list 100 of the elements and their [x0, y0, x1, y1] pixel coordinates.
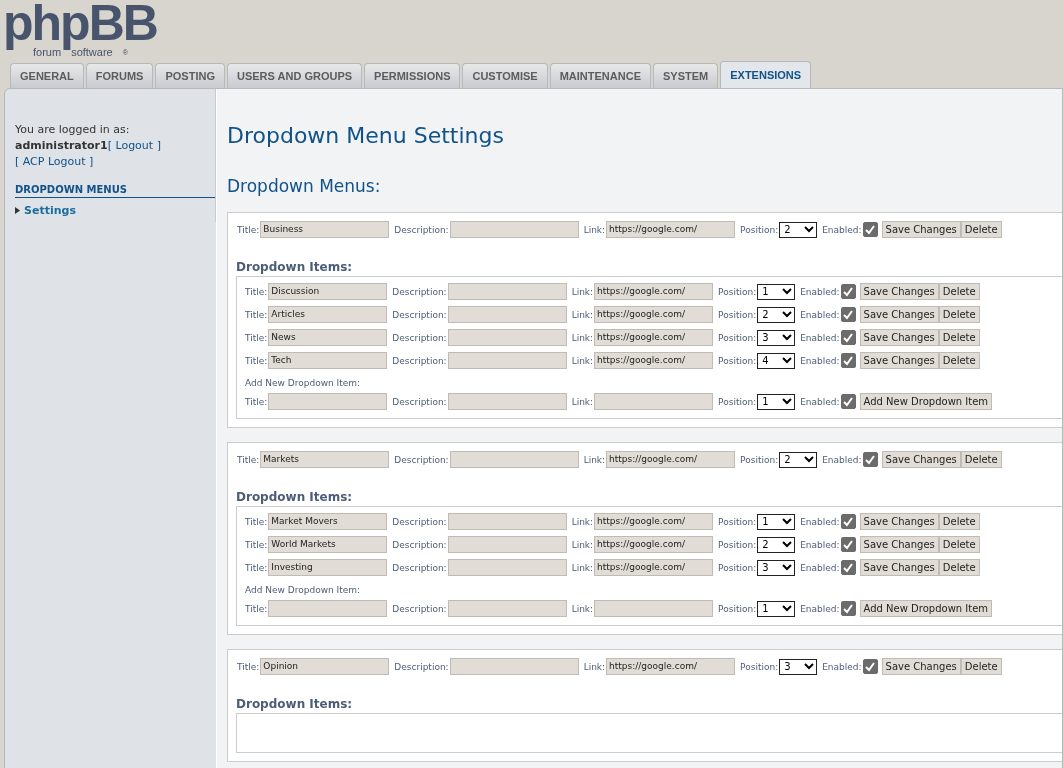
- field-label: Position:: [740, 454, 779, 465]
- text-field[interactable]: [447, 283, 567, 300]
- position-select[interactable]: 1: [757, 393, 796, 410]
- form-button[interactable]: Delete: [938, 329, 980, 346]
- nav-tab[interactable]: POSTING: [155, 63, 225, 88]
- field-label: Position:: [718, 516, 757, 527]
- form-button[interactable]: Save Changes: [859, 306, 939, 323]
- text-field[interactable]: News: [268, 329, 388, 346]
- text-field[interactable]: [447, 559, 567, 576]
- text-field[interactable]: https://google.com/: [594, 536, 714, 553]
- field-label: Description:: [394, 454, 449, 465]
- nav-tab[interactable]: CUSTOMISE: [462, 63, 548, 88]
- position-select[interactable]: 1: [757, 283, 796, 300]
- text-field[interactable]: Opinion: [260, 658, 390, 675]
- form-button[interactable]: Delete: [938, 352, 980, 369]
- form-button[interactable]: Delete: [960, 658, 1002, 675]
- text-field[interactable]: Market Movers: [268, 513, 388, 530]
- text-field[interactable]: [594, 393, 714, 410]
- acp-logout-link[interactable]: [ ACP Logout ]: [15, 155, 94, 168]
- field-label: Position:: [718, 396, 757, 407]
- form-button[interactable]: Save Changes: [859, 352, 939, 369]
- form-button[interactable]: Save Changes: [859, 329, 939, 346]
- text-field[interactable]: Markets: [260, 451, 390, 468]
- position-select[interactable]: 2: [757, 306, 796, 323]
- form-button[interactable]: Save Changes: [881, 451, 961, 468]
- form-button[interactable]: Delete: [938, 306, 980, 323]
- position-select[interactable]: 2: [779, 451, 818, 468]
- form-button[interactable]: Save Changes: [859, 513, 939, 530]
- form-button[interactable]: Delete: [960, 451, 1002, 468]
- checkbox[interactable]: [840, 394, 856, 409]
- text-field[interactable]: [447, 329, 567, 346]
- text-field[interactable]: https://google.com/: [594, 513, 714, 530]
- nav-tab[interactable]: EXTENSIONS: [720, 61, 812, 88]
- text-field[interactable]: [449, 221, 579, 238]
- nav-tab[interactable]: FORUMS: [85, 63, 154, 88]
- nav-tab[interactable]: SYSTEM: [652, 63, 719, 88]
- position-select[interactable]: 3: [757, 559, 796, 576]
- position-select[interactable]: 3: [757, 329, 796, 346]
- nav-tab[interactable]: MAINTENANCE: [549, 63, 651, 88]
- form-button[interactable]: Add New Dropdown Item: [859, 600, 993, 617]
- text-field[interactable]: [268, 600, 388, 617]
- text-field[interactable]: Discussion: [268, 283, 388, 300]
- text-field[interactable]: World Markets: [268, 536, 388, 553]
- position-select[interactable]: 1: [757, 513, 796, 530]
- text-field[interactable]: [447, 306, 567, 323]
- text-field[interactable]: [449, 451, 579, 468]
- form-button[interactable]: Delete: [960, 221, 1002, 238]
- form-button[interactable]: Save Changes: [859, 536, 939, 553]
- form-button[interactable]: Save Changes: [881, 221, 961, 238]
- text-field[interactable]: https://google.com/: [594, 559, 714, 576]
- text-field[interactable]: [447, 393, 567, 410]
- text-field[interactable]: [268, 393, 388, 410]
- text-field[interactable]: https://google.com/: [606, 221, 736, 238]
- checkbox[interactable]: [840, 514, 856, 529]
- text-field[interactable]: [447, 352, 567, 369]
- text-field[interactable]: [447, 600, 567, 617]
- form-button[interactable]: Add New Dropdown Item: [859, 393, 993, 410]
- text-field[interactable]: [447, 536, 567, 553]
- position-select[interactable]: 3: [779, 658, 818, 675]
- text-field[interactable]: https://google.com/: [594, 306, 714, 323]
- position-select[interactable]: 1: [757, 600, 796, 617]
- sidebar-item[interactable]: Settings: [24, 204, 76, 217]
- field-label: Title:: [245, 309, 268, 320]
- form-button[interactable]: Delete: [938, 536, 980, 553]
- text-field[interactable]: Investing: [268, 559, 388, 576]
- text-field[interactable]: [447, 513, 567, 530]
- checkbox[interactable]: [840, 330, 856, 345]
- logout-link[interactable]: [ Logout ]: [107, 139, 161, 152]
- form-button[interactable]: Save Changes: [881, 658, 961, 675]
- form-button[interactable]: Delete: [938, 559, 980, 576]
- form-button[interactable]: Delete: [938, 513, 980, 530]
- text-field[interactable]: https://google.com/: [594, 283, 714, 300]
- form-button[interactable]: Delete: [938, 283, 980, 300]
- checkbox[interactable]: [840, 601, 856, 616]
- text-field[interactable]: [594, 600, 714, 617]
- text-field[interactable]: Tech: [268, 352, 388, 369]
- text-field[interactable]: [449, 658, 579, 675]
- text-field[interactable]: Business: [260, 221, 390, 238]
- text-field[interactable]: Articles: [268, 306, 388, 323]
- field-label: Link:: [571, 539, 594, 550]
- checkbox[interactable]: [840, 353, 856, 368]
- form-button[interactable]: Save Changes: [859, 283, 939, 300]
- checkbox[interactable]: [862, 452, 878, 467]
- position-select[interactable]: 2: [779, 221, 818, 238]
- checkbox[interactable]: [862, 659, 878, 674]
- checkbox[interactable]: [840, 560, 856, 575]
- text-field[interactable]: https://google.com/: [606, 451, 736, 468]
- text-field[interactable]: https://google.com/: [606, 658, 736, 675]
- nav-tab[interactable]: GENERAL: [10, 63, 84, 88]
- text-field[interactable]: https://google.com/: [594, 352, 714, 369]
- checkbox[interactable]: [840, 284, 856, 299]
- checkbox[interactable]: [840, 307, 856, 322]
- position-select[interactable]: 2: [757, 536, 796, 553]
- position-select[interactable]: 4: [757, 352, 796, 369]
- nav-tab[interactable]: USERS AND GROUPS: [226, 63, 363, 88]
- nav-tab[interactable]: PERMISSIONS: [364, 63, 461, 88]
- text-field[interactable]: https://google.com/: [594, 329, 714, 346]
- form-button[interactable]: Save Changes: [859, 559, 939, 576]
- checkbox[interactable]: [840, 537, 856, 552]
- checkbox[interactable]: [862, 222, 878, 237]
